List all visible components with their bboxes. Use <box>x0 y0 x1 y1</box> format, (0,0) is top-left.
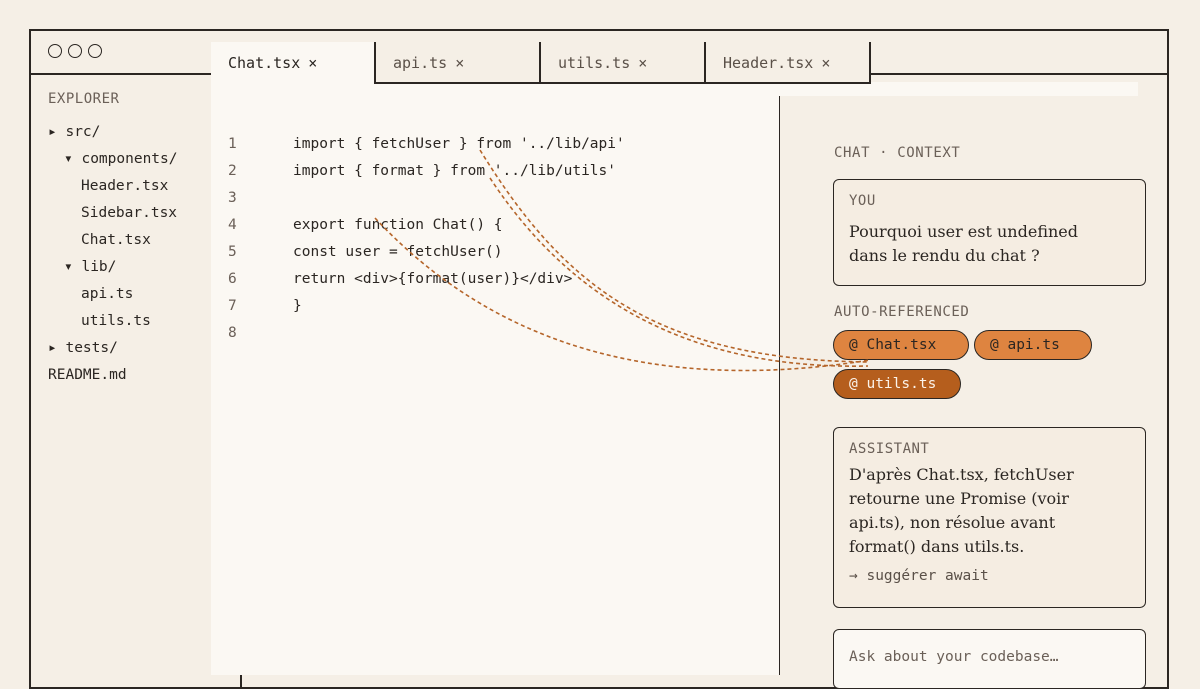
explorer-title: EXPLORER <box>48 91 120 107</box>
tree-folder-tests[interactable]: ▸ tests/ <box>48 340 118 356</box>
line-number: 5 <box>228 244 237 260</box>
tab-api-ts[interactable]: api.ts × <box>376 42 541 84</box>
line-number: 2 <box>228 163 237 179</box>
user-message-line: Pourquoi user est undefined <box>849 222 1079 241</box>
user-label: YOU <box>849 193 876 209</box>
auto-referenced-title: AUTO-REFERENCED <box>834 304 970 320</box>
code-line[interactable]: import { fetchUser } from '../lib/api' <box>293 136 625 152</box>
editor-strip <box>779 82 1138 96</box>
code-line[interactable]: } <box>293 298 302 314</box>
tree-file-api[interactable]: api.ts <box>81 286 133 302</box>
tree-file-sidebar[interactable]: Sidebar.tsx <box>81 205 177 221</box>
suggest-await-action[interactable]: → suggérer await <box>849 568 989 584</box>
assistant-message-line: format() dans utils.ts. <box>849 537 1025 556</box>
tab-label: utils.ts <box>558 54 631 72</box>
tree-folder-src[interactable]: ▸ src/ <box>48 124 100 140</box>
chat-input[interactable]: Ask about your codebase… <box>833 629 1146 689</box>
line-number: 6 <box>228 271 237 287</box>
tab-utils-ts[interactable]: utils.ts × <box>541 42 706 84</box>
code-line[interactable]: const user = fetchUser() <box>293 244 503 260</box>
assistant-message-line: D'après Chat.tsx, fetchUser <box>849 465 1074 484</box>
tab-label: api.ts <box>393 54 448 72</box>
line-number: 7 <box>228 298 237 314</box>
user-message-card: YOU Pourquoi user est undefined dans le … <box>833 179 1146 286</box>
tree-file-utils[interactable]: utils.ts <box>81 313 151 329</box>
assistant-message-card: ASSISTANT D'après Chat.tsx, fetchUser re… <box>833 427 1146 608</box>
code-line[interactable]: return <div>{format(user)}</div> <box>293 271 572 287</box>
close-icon[interactable]: × <box>638 54 647 72</box>
context-chip-chat-tsx[interactable]: @ Chat.tsx <box>833 330 969 360</box>
tab-label: Chat.tsx <box>228 54 301 72</box>
tree-file-chat[interactable]: Chat.tsx <box>81 232 151 248</box>
tab-label: Header.tsx <box>723 54 814 72</box>
assistant-message-line: retourne une Promise (voir <box>849 489 1069 508</box>
tree-folder-lib[interactable]: ▾ lib/ <box>64 259 116 275</box>
context-chip-utils-ts[interactable]: @ utils.ts <box>833 369 961 399</box>
close-icon[interactable]: × <box>455 54 464 72</box>
tree-file-header[interactable]: Header.tsx <box>81 178 168 194</box>
tree-folder-components[interactable]: ▾ components/ <box>64 151 178 167</box>
line-number: 4 <box>228 217 237 233</box>
tree-file-readme[interactable]: README.md <box>48 367 127 383</box>
close-icon[interactable]: × <box>308 54 317 72</box>
line-number: 8 <box>228 325 237 341</box>
chat-panel-title: CHAT · CONTEXT <box>834 145 961 161</box>
line-number: 3 <box>228 190 237 206</box>
context-chip-api-ts[interactable]: @ api.ts <box>974 330 1092 360</box>
chat-input-placeholder: Ask about your codebase… <box>849 649 1059 665</box>
code-line[interactable]: export function Chat() { <box>293 217 503 233</box>
close-icon[interactable]: × <box>821 54 830 72</box>
user-message-line: dans le rendu du chat ? <box>849 246 1040 265</box>
assistant-message-line: api.ts), non résolue avant <box>849 513 1056 532</box>
assistant-label: ASSISTANT <box>849 441 930 457</box>
tab-header-tsx[interactable]: Header.tsx × <box>706 42 871 84</box>
tab-chat-tsx[interactable]: Chat.tsx × <box>211 42 376 84</box>
line-number: 1 <box>228 136 237 152</box>
code-line[interactable]: import { format } from '../lib/utils' <box>293 163 616 179</box>
